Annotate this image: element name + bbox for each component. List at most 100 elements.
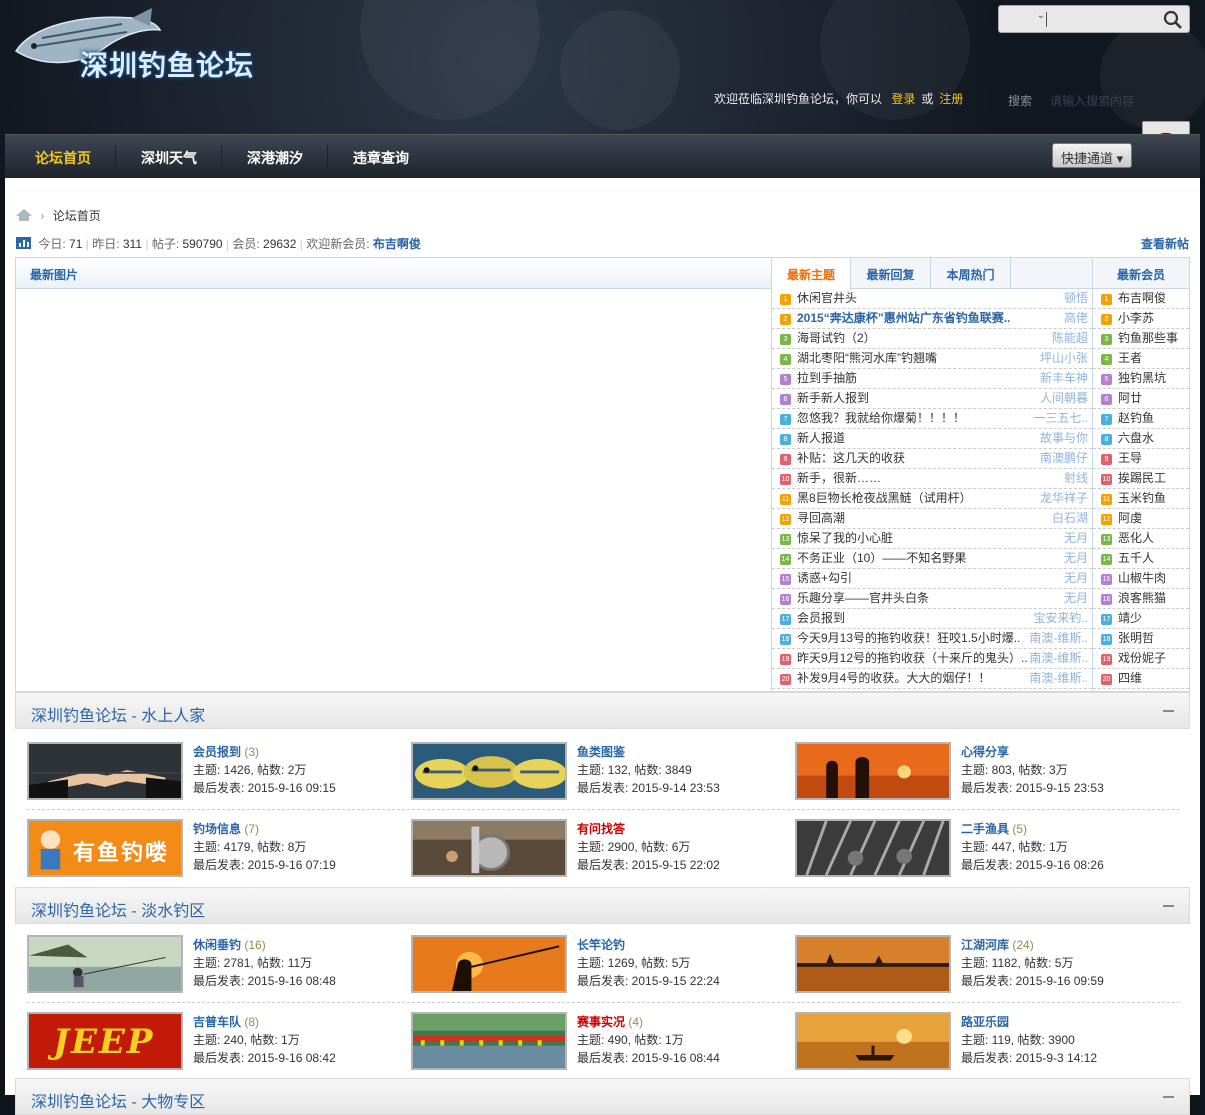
member-row[interactable]: 14 五千人 <box>1093 549 1189 569</box>
forum-thumbnail[interactable] <box>411 935 567 993</box>
forum-name-link[interactable]: 江湖河库 <box>961 938 1009 952</box>
member-row[interactable]: 3 钓鱼那些事 <box>1093 329 1189 349</box>
topic-author-link[interactable]: 坪山小张 <box>1040 349 1088 368</box>
topic-title-link[interactable]: 忽悠我？我就给你爆菊！！！！ <box>797 409 1027 428</box>
topic-title-link[interactable]: 新手，很新…… <box>797 469 1027 488</box>
topic-title-link[interactable]: 新手新人报到 <box>797 389 1027 408</box>
forum-name-link[interactable]: 二手渔具 <box>961 822 1009 836</box>
forum-name-link[interactable]: 会员报到 <box>193 745 241 759</box>
member-row[interactable]: 2 小李苏 <box>1093 309 1189 329</box>
member-row[interactable]: 12 阿虔 <box>1093 509 1189 529</box>
topic-title-link[interactable]: 休闲官井头 <box>797 289 1027 308</box>
nav-item-tide[interactable]: 深港潮汐 <box>247 148 303 168</box>
section-header[interactable]: 深圳钓鱼论坛 - 淡水钓区 <box>15 887 1190 924</box>
tab-weekly-hot[interactable]: 本周热门 <box>931 258 1011 289</box>
search-icon[interactable] <box>1163 10 1183 30</box>
forum-name-link[interactable]: 吉普车队 <box>193 1015 241 1029</box>
forum-thumbnail[interactable] <box>27 935 183 993</box>
quick-access-button[interactable]: 快捷通道 ▾ <box>1052 143 1132 168</box>
topic-title-link[interactable]: 2015“奔达康杯”惠州站广东省钓鱼联赛.. <box>797 309 1027 328</box>
topic-title-link[interactable]: 诱惑+勾引 <box>797 569 1027 588</box>
member-row[interactable]: 1 布吉啊俊 <box>1093 289 1189 309</box>
member-row[interactable]: 13 恶化人 <box>1093 529 1189 549</box>
member-row[interactable]: 20 四维 <box>1093 669 1189 689</box>
section-title[interactable]: 深圳钓鱼论坛 - 大物专区 <box>31 1088 205 1112</box>
section-title[interactable]: 深圳钓鱼论坛 - 淡水钓区 <box>31 897 205 921</box>
nav-item-weather[interactable]: 深圳天气 <box>141 148 197 168</box>
topic-author-link[interactable]: 无月 <box>1064 529 1088 548</box>
topic-author-link[interactable]: 无月 <box>1064 569 1088 588</box>
topic-author-link[interactable]: 南澳-维斯.. <box>1029 669 1088 688</box>
member-row[interactable]: 17 靖少 <box>1093 609 1189 629</box>
member-row[interactable]: 11 玉米钓鱼 <box>1093 489 1189 509</box>
topic-author-link[interactable]: 无月 <box>1064 589 1088 608</box>
topic-author-link[interactable]: 高佬 <box>1064 309 1088 328</box>
member-row[interactable]: 6 阿廿 <box>1093 389 1189 409</box>
topic-author-link[interactable]: 射线 <box>1064 469 1088 488</box>
tab-latest-replies[interactable]: 最新回复 <box>851 258 931 289</box>
site-logo-text[interactable]: 深圳钓鱼论坛 <box>80 44 254 84</box>
topic-title-link[interactable]: 补发9月4号的收获。大大的烟仔！！ <box>797 669 1027 688</box>
member-row[interactable]: 15 山椒牛肉 <box>1093 569 1189 589</box>
forum-name-link[interactable]: 赛事实况 <box>577 1015 625 1029</box>
member-row[interactable]: 18 张明哲 <box>1093 629 1189 649</box>
topic-author-link[interactable]: 一三五七.. <box>1033 409 1088 428</box>
login-link[interactable]: 登录 <box>891 92 915 106</box>
forum-thumbnail[interactable] <box>411 1012 567 1070</box>
topic-author-link[interactable]: 南澳鹏仔 <box>1040 449 1088 468</box>
forum-thumbnail[interactable] <box>795 935 951 993</box>
search-type-select[interactable]: ⌄ <box>1005 10 1045 28</box>
topic-title-link[interactable]: 寻回高潮 <box>797 509 1027 528</box>
topic-title-link[interactable]: 海哥试钓（2） <box>797 329 1027 348</box>
topic-title-link[interactable]: 不务正业（10）——不知名野果 <box>797 549 1027 568</box>
forum-name-link[interactable]: 有问找答 <box>577 822 625 836</box>
topic-author-link[interactable]: 南澳-维斯.. <box>1029 629 1088 648</box>
forum-name-link[interactable]: 鱼类图鉴 <box>577 745 625 759</box>
member-row[interactable]: 16 浪客熊猫 <box>1093 589 1189 609</box>
member-row[interactable]: 7 赵钓鱼 <box>1093 409 1189 429</box>
topic-title-link[interactable]: 拉到手抽筋 <box>797 369 1027 388</box>
topic-author-link[interactable]: 人间朝暮 <box>1040 389 1088 408</box>
forum-thumbnail[interactable] <box>411 819 567 877</box>
topic-author-link[interactable]: 无月 <box>1064 549 1088 568</box>
topic-author-link[interactable]: 陈能超 <box>1052 329 1088 348</box>
topic-title-link[interactable]: 会员报到 <box>797 609 1027 628</box>
forum-thumbnail[interactable] <box>27 742 183 800</box>
section-header[interactable]: 深圳钓鱼论坛 - 大物专区 <box>15 1078 1190 1115</box>
forum-name-link[interactable]: 心得分享 <box>961 745 1009 759</box>
forum-name-link[interactable]: 钓场信息 <box>193 822 241 836</box>
collapse-icon[interactable] <box>1163 710 1174 712</box>
forum-thumbnail[interactable] <box>411 742 567 800</box>
topic-title-link[interactable]: 乐趣分享——官井头白条 <box>797 589 1027 608</box>
topic-title-link[interactable]: 昨天9月12号的拖钓收获（十来斤的鬼头）.. <box>797 649 1027 668</box>
register-link[interactable]: 注册 <box>939 92 963 106</box>
member-row[interactable]: 9 王导 <box>1093 449 1189 469</box>
forum-thumbnail[interactable] <box>795 1012 951 1070</box>
topic-author-link[interactable]: 宝安来钓.. <box>1033 609 1088 628</box>
search-box[interactable]: ⌄ <box>998 5 1190 33</box>
section-title[interactable]: 深圳钓鱼论坛 - 水上人家 <box>31 702 205 726</box>
topic-title-link[interactable]: 惊呆了我的小心脏 <box>797 529 1027 548</box>
topic-title-link[interactable]: 今天9月13号的拖钓收获！狂咬1.5小时爆.. <box>797 629 1027 648</box>
forum-thumbnail[interactable] <box>795 819 951 877</box>
nav-item-violation[interactable]: 违章查询 <box>353 148 409 168</box>
topic-title-link[interactable]: 黑8巨物长枪夜战黑鲢（试用杆） <box>797 489 1027 508</box>
forum-thumbnail[interactable]: JEEP <box>27 1012 183 1070</box>
topic-author-link[interactable]: 龙华祥子 <box>1040 489 1088 508</box>
member-row[interactable]: 19 戏份妮子 <box>1093 649 1189 669</box>
topic-title-link[interactable]: 补贴：这几天的收获 <box>797 449 1027 468</box>
topic-title-link[interactable]: 新人报道 <box>797 429 1027 448</box>
nav-item-home[interactable]: 论坛首页 <box>35 148 91 168</box>
topic-author-link[interactable]: 顿悟 <box>1064 289 1088 308</box>
forum-name-link[interactable]: 休闲垂钓 <box>193 938 241 952</box>
member-row[interactable]: 10 挨踢民工 <box>1093 469 1189 489</box>
newest-member-link[interactable]: 布吉啊俊 <box>373 237 421 251</box>
section-header[interactable]: 深圳钓鱼论坛 - 水上人家 <box>15 692 1190 729</box>
topic-author-link[interactable]: 白石湖 <box>1052 509 1088 528</box>
forum-name-link[interactable]: 长竿论钓 <box>577 938 625 952</box>
home-icon[interactable] <box>16 209 32 221</box>
member-row[interactable]: 5 独钓黑坑 <box>1093 369 1189 389</box>
topic-author-link[interactable]: 南澳-维斯.. <box>1029 649 1088 668</box>
topic-author-link[interactable]: 故事与你 <box>1040 429 1088 448</box>
topic-title-link[interactable]: 湖北枣阳“熊河水库”钓翘嘴 <box>797 349 1027 368</box>
